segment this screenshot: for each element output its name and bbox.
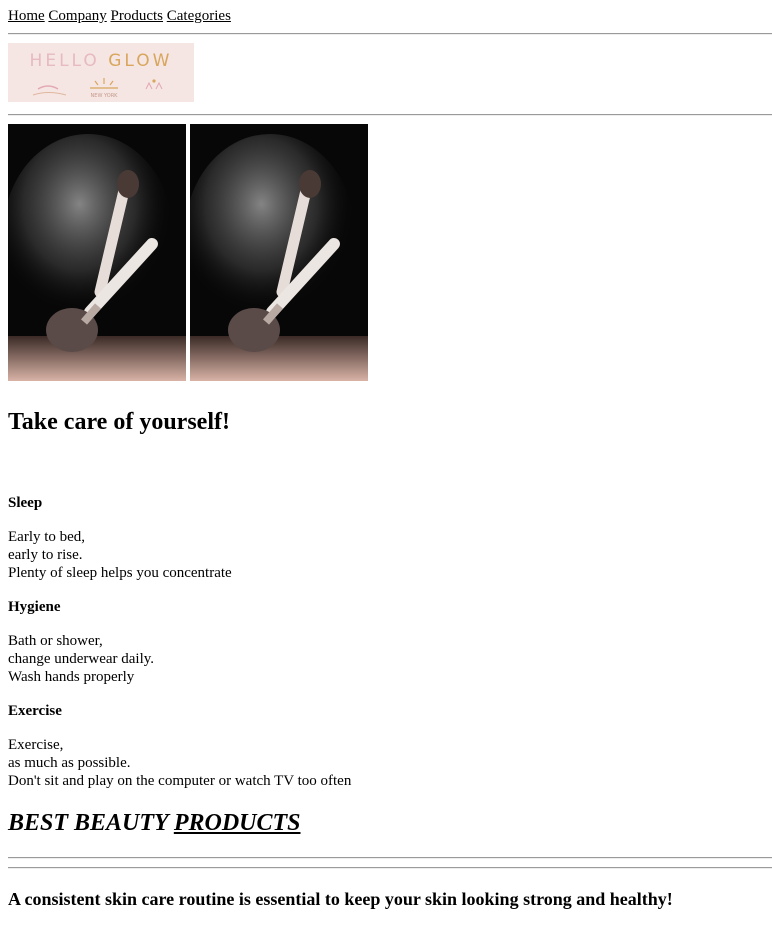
nav-link-company[interactable]: Company <box>48 8 106 24</box>
divider <box>8 33 772 35</box>
makeup-brushes-photo-icon <box>190 124 368 381</box>
section-title-exercise: Exercise <box>8 703 62 719</box>
section-body-exercise: Exercise, as much as possible. Don't sit… <box>8 737 352 789</box>
logo-ornament-icon: NEW YORK <box>32 78 163 99</box>
skin-care-tagline: A consistent skin care routine is essent… <box>8 889 673 909</box>
top-nav: Home Company Products Categories <box>8 7 231 25</box>
products-heading-link[interactable]: PRODUCTS <box>174 810 301 836</box>
section-title-sleep: Sleep <box>8 495 43 511</box>
hero-image-right <box>190 124 368 381</box>
svg-text:NEW YORK: NEW YORK <box>91 93 119 99</box>
section-body-hygiene: Bath or shower, change underwear daily. … <box>8 633 155 685</box>
nav-link-products[interactable]: Products <box>111 8 164 24</box>
page-headline: Take care of yourself! <box>8 409 230 435</box>
divider <box>8 867 772 869</box>
nav-link-categories[interactable]: Categories <box>167 8 231 24</box>
divider <box>8 857 772 859</box>
hero-image-left <box>8 124 186 381</box>
divider <box>8 114 772 116</box>
makeup-brushes-photo-icon <box>8 124 186 381</box>
section-body-sleep: Early to bed, early to rise. Plenty of s… <box>8 529 232 581</box>
section-title-hygiene: Hygiene <box>8 599 61 615</box>
brand-logo[interactable]: HELLO GLOW NEW YORK <box>8 43 194 102</box>
nav-link-home[interactable]: Home <box>8 8 45 24</box>
products-heading: BEST BEAUTY PRODUCTS <box>8 810 301 836</box>
